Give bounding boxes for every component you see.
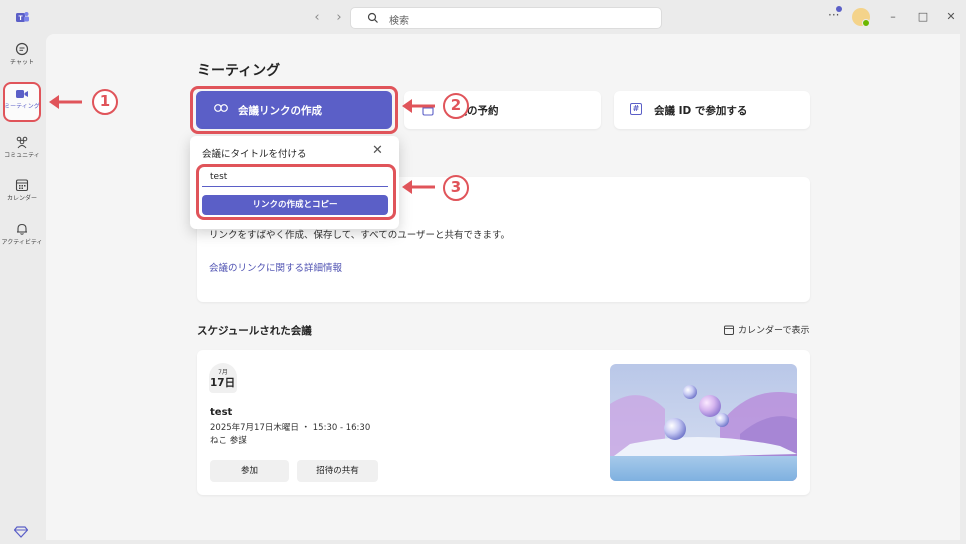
rail-item-activity[interactable]: アクティビティ (0, 222, 44, 246)
calendar-view-icon (724, 325, 734, 335)
close-window-button[interactable]: ✕ (944, 10, 958, 23)
hash-icon: # (630, 103, 642, 115)
page-title: ミーティング (197, 63, 281, 79)
join-by-id-button[interactable]: # 会議 ID で参加する (614, 91, 810, 129)
meeting-organizer: ねこ 参謀 (210, 436, 247, 446)
annotation-badge-2: 2 (443, 93, 469, 119)
popover-title: 会議にタイトルを付ける (202, 149, 307, 160)
join-meeting-button[interactable]: 参加 (210, 460, 289, 482)
premium-diamond-icon[interactable] (14, 526, 28, 538)
annotation-highlight-3 (196, 164, 396, 220)
forward-button[interactable]: › (328, 10, 350, 25)
annotation-badge-1: 1 (92, 89, 118, 115)
search-placeholder: 検索 (389, 16, 409, 27)
rail-label-community: コミュニティ (4, 152, 40, 159)
annotation-arrow-3 (402, 180, 435, 194)
annotation-badge-3: 3 (443, 175, 469, 201)
rail-item-chat[interactable]: チャット (0, 42, 44, 66)
rail-label-calendar: カレンダー (6, 195, 37, 202)
rail-label-chat: チャット (10, 59, 34, 66)
nav-arrows: ‹ › (306, 10, 350, 25)
maximize-button[interactable]: □ (916, 10, 930, 23)
search-box[interactable]: 検索 (350, 7, 662, 29)
back-button[interactable]: ‹ (306, 10, 328, 25)
notification-dot (836, 6, 842, 12)
annotation-highlight-2 (190, 86, 398, 134)
share-invite-button[interactable]: 招待の共有 (297, 460, 378, 482)
bell-icon (17, 223, 27, 235)
scheduled-meetings-title: スケジュールされた会議 (197, 325, 312, 337)
rail-item-community[interactable]: コミュニティ (0, 135, 44, 159)
rail-label-meetings: ミーティング (4, 103, 40, 110)
rail-item-meetings[interactable]: ミーティング (0, 88, 44, 110)
presence-status-icon (862, 19, 870, 27)
title-bar: T ‹ › 検索 ··· – □ ✕ (0, 0, 966, 34)
meeting-title: test (210, 407, 233, 418)
view-in-calendar-button[interactable]: カレンダーで表示 (724, 323, 809, 336)
annotation-arrow-1 (49, 95, 82, 109)
chat-icon (15, 42, 29, 56)
learn-more-link[interactable]: 会議のリンクに関する詳細情報 (209, 260, 342, 274)
rail-item-calendar[interactable]: カレンダー (0, 178, 44, 202)
meeting-time: 2025年7月17日木曜日 ・ 15:30 - 16:30 (210, 423, 371, 433)
minimize-button[interactable]: – (886, 10, 900, 23)
close-icon[interactable]: ✕ (372, 143, 383, 158)
video-icon (16, 90, 28, 98)
meeting-illustration (610, 364, 797, 481)
meeting-card[interactable]: 7月 17日 test 2025年7月17日木曜日 ・ 15:30 - 16:3… (197, 350, 810, 495)
date-day: 17日 (210, 377, 236, 389)
community-icon (16, 136, 28, 149)
annotation-arrow-2 (402, 99, 435, 113)
rail-label-activity: アクティビティ (1, 239, 43, 246)
view-in-calendar-label: カレンダーで表示 (738, 326, 810, 336)
calendar-icon (15, 179, 29, 192)
info-description: リンクをすばやく作成、保存して、すべてのユーザーと共有できます。 (209, 230, 511, 241)
teams-logo-icon: T (16, 12, 29, 22)
join-by-id-label: 会議 ID で参加する (654, 105, 748, 117)
search-icon (367, 12, 378, 23)
